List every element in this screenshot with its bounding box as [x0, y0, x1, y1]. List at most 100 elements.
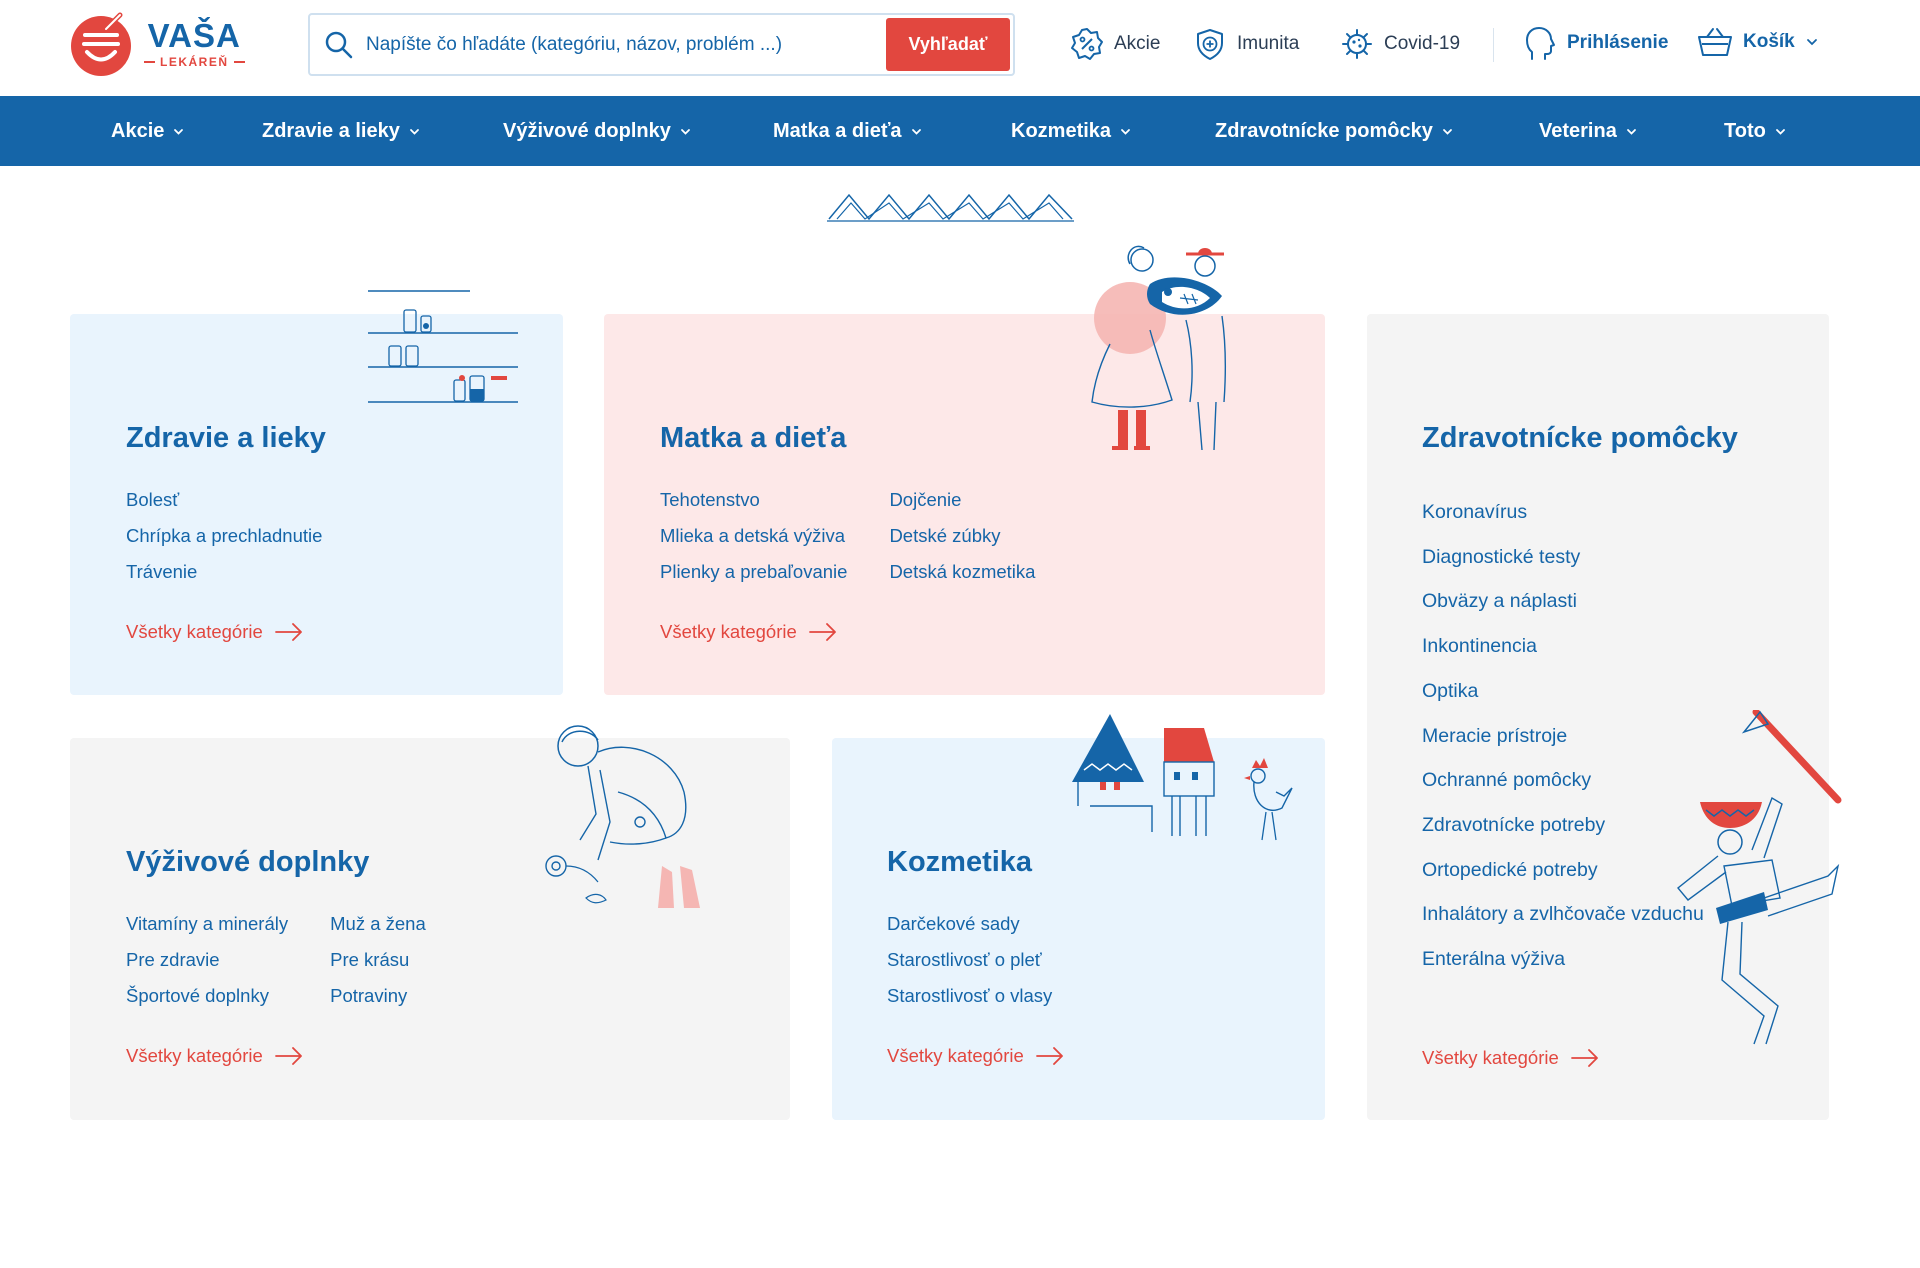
logo-subtitle: LEKÁREŇ [144, 55, 245, 69]
category-link[interactable]: Športové doplnky [126, 985, 288, 1007]
couple-with-fish-illustration [1091, 245, 1227, 451]
chevron-down-icon [680, 128, 690, 135]
card-title[interactable]: Výživové doplnky [126, 846, 369, 879]
category-link[interactable]: Pre krásu [330, 949, 426, 971]
category-link[interactable]: Koronavírus [1422, 490, 1704, 535]
chevron-down-icon [1442, 128, 1452, 135]
category-link[interactable]: Ochranné pomôcky [1422, 758, 1704, 803]
card-title[interactable]: Zdravie a lieky [126, 422, 326, 455]
site-logo[interactable]: VAŠA LEKÁREŇ [70, 11, 245, 77]
category-link[interactable]: Zdravotnícke potreby [1422, 803, 1704, 848]
chevron-down-icon [174, 128, 184, 135]
chevron-down-icon [409, 128, 419, 135]
login-link[interactable]: Prihlásenie [1523, 25, 1668, 61]
nav-item-label: Matka a dieťa [773, 119, 902, 142]
chevron-down-icon [911, 128, 921, 135]
woman-gardening-illustration [545, 725, 700, 908]
pomocky-link-list: Koronavírus Diagnostické testy Obväzy a … [1422, 490, 1704, 982]
all-categories-label: Všetky kategórie [660, 621, 797, 642]
chevron-down-icon [1775, 128, 1785, 135]
mortar-logo-icon [71, 12, 131, 76]
quick-link-label: Covid-19 [1384, 33, 1461, 54]
all-categories-link[interactable]: Všetky kategórie [887, 1045, 1064, 1067]
category-link[interactable]: Vitamíny a minerály [126, 913, 288, 935]
percent-badge-icon [1071, 28, 1103, 60]
category-link[interactable]: Chrípka a prechladnutie [126, 525, 322, 547]
category-link[interactable]: Detské zúbky [889, 525, 1035, 547]
village-houses-illustration [1072, 714, 1293, 841]
user-head-icon [1526, 27, 1555, 60]
nav-item-matka-a-dieta[interactable]: Matka a dieťa [773, 96, 923, 166]
arrow-right-icon [1570, 1049, 1598, 1067]
category-link[interactable]: Tehotenstvo [660, 489, 847, 511]
category-link[interactable]: Mlieka a detská výživa [660, 525, 847, 547]
all-categories-label: Všetky kategórie [887, 1045, 1024, 1066]
site-header: VAŠA LEKÁREŇ Vyhľadať Akcie Imunita [0, 0, 1920, 96]
nav-item-label: Zdravotnícke pomôcky [1215, 119, 1433, 142]
search-input[interactable] [366, 33, 886, 56]
main-nav: Akcie Zdravie a lieky Výživové doplnky M… [0, 96, 1920, 166]
nav-item-vyzivove-doplnky[interactable]: Výživové doplnky [503, 96, 692, 166]
search-bar: Vyhľadať [308, 13, 1015, 76]
all-categories-link[interactable]: Všetky kategórie [1422, 1047, 1599, 1069]
category-link[interactable]: Muž a žena [330, 913, 426, 935]
shield-plus-icon [1197, 29, 1223, 60]
card-title[interactable]: Kozmetika [887, 846, 1032, 879]
category-link[interactable]: Inkontinencia [1422, 624, 1704, 669]
quick-link-imunita[interactable]: Imunita [1193, 27, 1299, 61]
all-categories-link[interactable]: Všetky kategórie [126, 1045, 303, 1067]
category-link[interactable]: Detská kozmetika [889, 561, 1035, 583]
nav-item-label: Kozmetika [1011, 119, 1112, 142]
category-link[interactable]: Inhalátory a zvlhčovače vzduchu [1422, 892, 1704, 937]
category-link[interactable]: Optika [1422, 669, 1704, 714]
category-link[interactable]: Bolesť [126, 489, 322, 511]
card-title[interactable]: Matka a dieťa [660, 422, 846, 455]
nav-item-kozmetika[interactable]: Kozmetika [1011, 96, 1132, 166]
card-title[interactable]: Zdravotnícke pomôcky [1422, 422, 1738, 455]
category-link[interactable]: Obväzy a náplasti [1422, 579, 1704, 624]
category-link[interactable]: Darčekové sady [887, 913, 1052, 935]
chevron-down-icon [1626, 128, 1636, 135]
category-link[interactable]: Enterálna výživa [1422, 937, 1704, 982]
nav-item-label: Toto [1724, 119, 1766, 142]
category-link[interactable]: Potraviny [330, 985, 426, 1007]
all-categories-label: Všetky kategórie [126, 1045, 263, 1066]
cart-link[interactable]: Košík [1697, 26, 1819, 58]
arrow-right-icon [274, 623, 302, 641]
category-link[interactable]: Ortopedické potreby [1422, 848, 1704, 893]
nav-item-akcie[interactable]: Akcie [111, 96, 185, 166]
cart-label: Košík [1743, 31, 1795, 52]
nav-item-veterina[interactable]: Veterina [1539, 96, 1638, 166]
chevron-down-icon [1121, 128, 1130, 135]
category-link[interactable]: Dojčenie [889, 489, 1035, 511]
category-link[interactable]: Starostlivosť o pleť [887, 949, 1052, 971]
nav-item-label: Výživové doplnky [503, 119, 671, 142]
nav-item-zdravie-a-lieky[interactable]: Zdravie a lieky [262, 96, 421, 166]
quick-link-label: Imunita [1237, 33, 1300, 54]
basket-icon [1698, 28, 1732, 56]
all-categories-label: Všetky kategórie [1422, 1047, 1559, 1068]
nav-item-label: Zdravie a lieky [262, 119, 400, 142]
search-button[interactable]: Vyhľadať [886, 18, 1010, 71]
all-categories-link[interactable]: Všetky kategórie [126, 621, 303, 643]
login-label: Prihlásenie [1567, 32, 1669, 53]
quick-link-akcie[interactable]: Akcie [1070, 27, 1160, 61]
arrow-right-icon [274, 1047, 302, 1065]
category-link[interactable]: Pre zdravie [126, 949, 288, 971]
arrow-right-icon [808, 623, 836, 641]
category-link[interactable]: Trávenie [126, 561, 322, 583]
nav-item-label: Veterina [1539, 119, 1617, 142]
category-link[interactable]: Diagnostické testy [1422, 535, 1704, 580]
nav-item-label: Akcie [111, 119, 165, 142]
virus-icon [1342, 29, 1372, 59]
all-categories-link[interactable]: Všetky kategórie [660, 621, 837, 643]
zigzag-ornament [827, 193, 1074, 222]
pharmacy-shelves-illustration [368, 290, 518, 403]
nav-item-toto[interactable]: Toto [1724, 96, 1787, 166]
quick-link-covid[interactable]: Covid-19 [1340, 27, 1460, 61]
logo-title: VAŠA [147, 17, 241, 54]
category-link[interactable]: Starostlivosť o vlasy [887, 985, 1052, 1007]
nav-item-zdravotnicke-pomocky[interactable]: Zdravotnícke pomôcky [1215, 96, 1454, 166]
category-link[interactable]: Plienky a prebaľovanie [660, 561, 847, 583]
category-link[interactable]: Meracie prístroje [1422, 714, 1704, 759]
